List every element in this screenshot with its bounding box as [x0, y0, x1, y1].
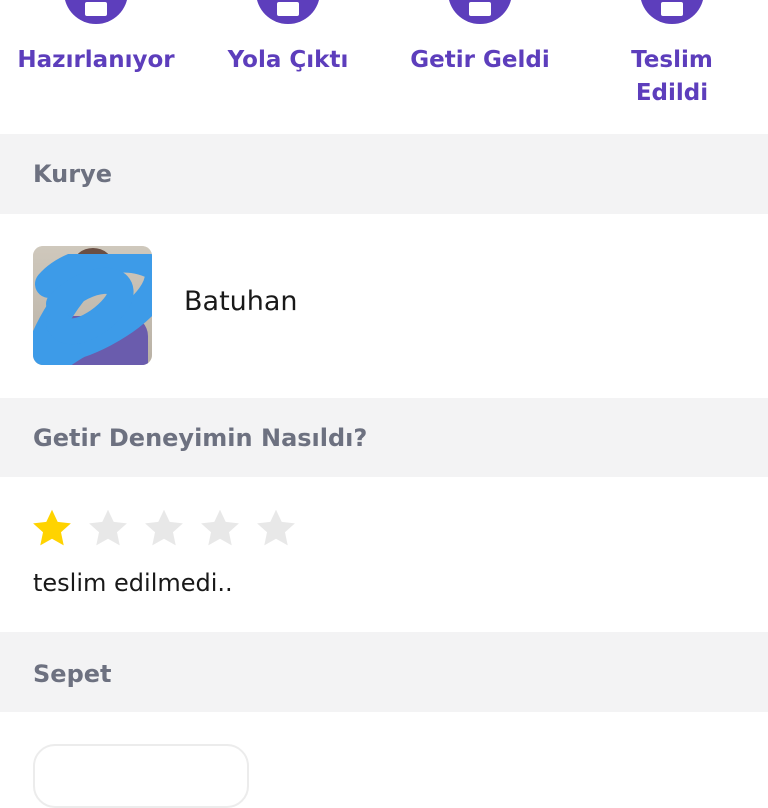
basket-panel [0, 712, 768, 808]
star-empty-icon[interactable] [142, 507, 186, 551]
courier-avatar [33, 246, 152, 365]
step-label: Yola Çıktı [227, 47, 349, 73]
experience-section-header: Getir Deneyimin Nasıldı? [0, 398, 768, 477]
courier-section-header: Kurye [0, 134, 768, 214]
star-empty-icon[interactable] [86, 507, 130, 551]
rating-comment: teslim edilmedi.. [33, 569, 233, 597]
rating-panel: teslim edilmedi.. [0, 477, 768, 632]
step-label: Hazırlanıyor [17, 47, 175, 73]
step-label: Teslim Edildi [631, 47, 713, 106]
redaction-scribble-icon [33, 254, 152, 365]
step-label: Getir Geldi [410, 47, 550, 73]
preparing-bag-icon [64, 0, 128, 24]
step-delivered: Teslim Edildi [576, 0, 768, 134]
basket-item-card[interactable] [33, 744, 249, 808]
courier-scooter-icon [256, 0, 320, 24]
basket-section-header: Sepet [0, 632, 768, 712]
star-empty-icon[interactable] [198, 507, 242, 551]
star-empty-icon[interactable] [254, 507, 298, 551]
location-pin-icon [448, 0, 512, 24]
star-filled-icon[interactable] [30, 507, 74, 551]
step-on-the-way: Yola Çıktı [192, 0, 384, 134]
order-status-bar: Hazırlanıyor Yola Çıktı Getir Geldi Tesl… [0, 0, 768, 134]
courier-name: Batuhan [184, 286, 298, 317]
delivered-box-icon [640, 0, 704, 24]
section-title: Kurye [33, 160, 113, 188]
section-title: Getir Deneyimin Nasıldı? [33, 424, 368, 452]
step-preparing: Hazırlanıyor [0, 0, 192, 134]
courier-panel: Batuhan [0, 214, 768, 398]
step-arrived: Getir Geldi [384, 0, 576, 134]
section-title: Sepet [33, 660, 112, 688]
